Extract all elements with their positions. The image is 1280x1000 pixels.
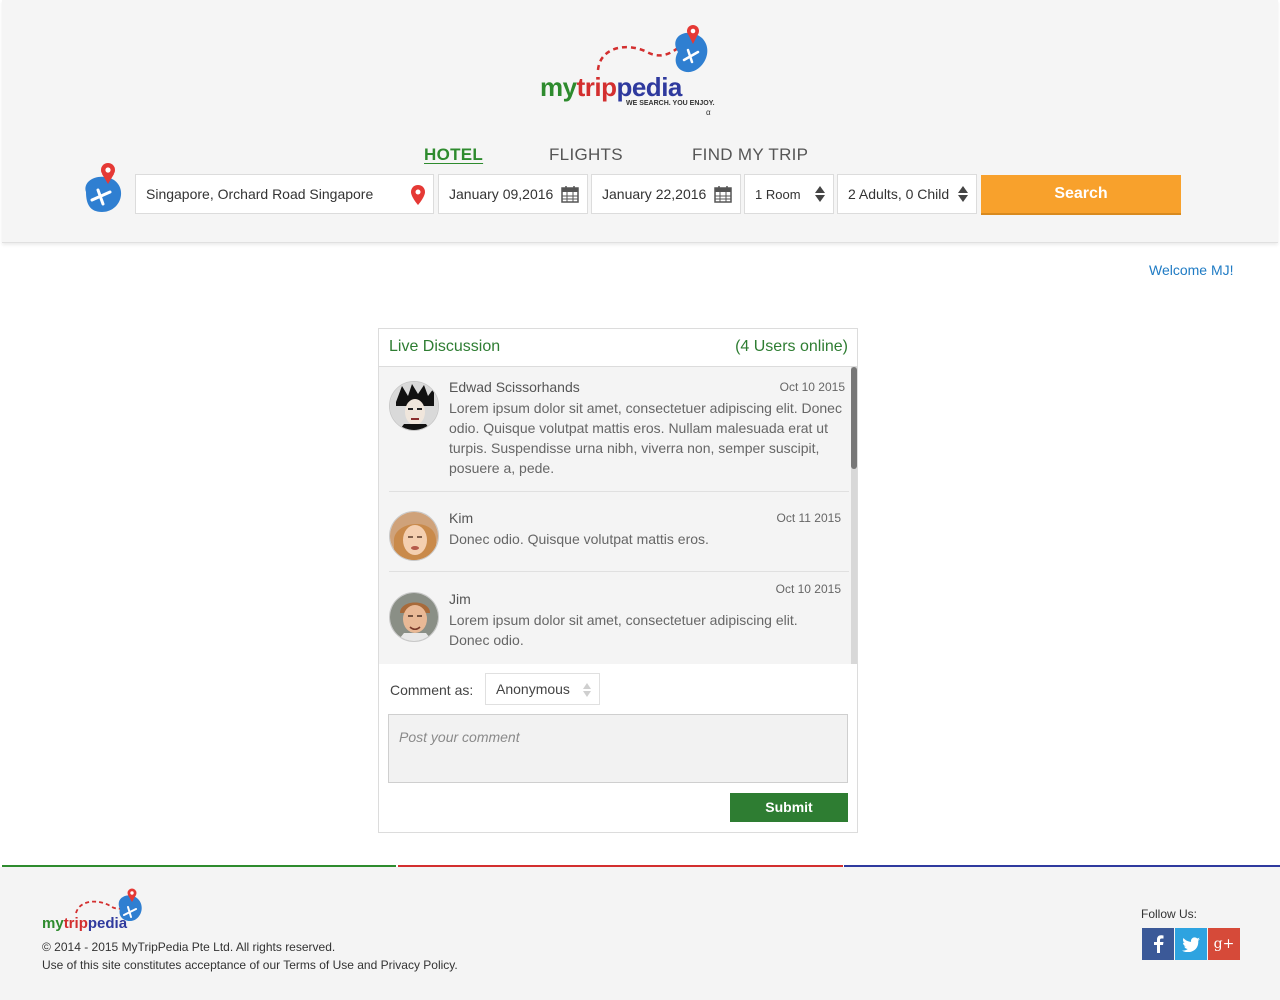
stepper-arrows-icon bbox=[815, 186, 825, 202]
message-text: Lorem ipsum dolor sit amet, consectetuer… bbox=[449, 612, 798, 648]
guests-select[interactable]: 2 Adults, 0 Child bbox=[837, 174, 977, 214]
avatar bbox=[389, 592, 439, 642]
google-plus-icon[interactable]: g+ bbox=[1208, 928, 1240, 960]
check-in-date-input[interactable]: January 09,2016 bbox=[438, 174, 588, 214]
comment-as-select[interactable]: Anonymous bbox=[485, 673, 600, 705]
brand-badge: α bbox=[706, 108, 711, 117]
message-list[interactable]: Edwad Scissorhands Oct 10 2015 Lorem ips… bbox=[379, 367, 857, 664]
check-out-date-input[interactable]: January 22,2016 bbox=[591, 174, 741, 214]
message-author: Kim bbox=[449, 510, 474, 526]
location-input[interactable]: Singapore, Orchard Road Singapore bbox=[135, 174, 434, 214]
comment-placeholder: Post your comment bbox=[399, 729, 520, 745]
online-users-count: (4 Users online) bbox=[735, 338, 848, 355]
message-scrollbar[interactable] bbox=[851, 367, 857, 664]
tab-flights[interactable]: FLIGHTS bbox=[549, 145, 623, 165]
footer-brand-logo[interactable]: mytrippedia bbox=[40, 887, 150, 932]
scrollbar-thumb[interactable] bbox=[851, 367, 857, 469]
tab-find-my-trip[interactable]: FIND MY TRIP bbox=[692, 145, 808, 165]
live-discussion-panel: Live Discussion (4 Users online) Edwad S… bbox=[378, 328, 858, 833]
welcome-user-link[interactable]: Welcome MJ! bbox=[1149, 262, 1234, 278]
rooms-value: 1 Room bbox=[755, 186, 801, 202]
brand-part-trip: trip bbox=[63, 915, 88, 932]
rooms-select[interactable]: 1 Room bbox=[744, 174, 834, 214]
message-date: Oct 10 2015 bbox=[775, 582, 841, 596]
message-text: Donec odio. Quisque volutpat mattis eros… bbox=[449, 531, 709, 547]
check-out-value: January 22,2016 bbox=[602, 186, 707, 202]
search-button[interactable]: Search bbox=[981, 175, 1181, 215]
comment-textarea[interactable]: Post your comment bbox=[388, 714, 848, 783]
twitter-icon[interactable] bbox=[1175, 928, 1207, 960]
site-footer: mytrippedia © 2014 - 2015 MyTripPedia Pt… bbox=[0, 867, 1280, 1000]
brand-part-my: my bbox=[42, 915, 64, 932]
check-in-value: January 09,2016 bbox=[449, 186, 554, 202]
brand-wordmark: mytrippedia bbox=[540, 72, 682, 103]
discussion-title: Live Discussion bbox=[389, 338, 501, 355]
copyright-text: © 2014 - 2015 MyTripPedia Pte Ltd. All r… bbox=[42, 940, 336, 954]
message-date: Oct 10 2015 bbox=[779, 380, 845, 394]
site-header: mytrippedia WE SEARCH. YOU ENJOY. α HOTE… bbox=[2, 0, 1278, 243]
submit-comment-button[interactable]: Submit bbox=[730, 793, 848, 822]
brand-part-trip: trip bbox=[576, 72, 617, 102]
message-author: Edwad Scissorhands bbox=[449, 379, 580, 395]
message-item: Kim Oct 11 2015 Donec odio. Quisque volu… bbox=[389, 492, 849, 572]
message-item: Edwad Scissorhands Oct 10 2015 Lorem ips… bbox=[389, 367, 849, 492]
avatar bbox=[389, 381, 439, 431]
location-value: Singapore, Orchard Road Singapore bbox=[146, 186, 374, 202]
brand-tagline: WE SEARCH. YOU ENJOY. bbox=[626, 100, 715, 107]
message-date: Oct 11 2015 bbox=[776, 511, 842, 525]
terms-text: Use of this site constitutes acceptance … bbox=[42, 958, 458, 972]
guests-value: 2 Adults, 0 Child bbox=[848, 186, 950, 202]
hotel-search-bar: Singapore, Orchard Road Singapore Januar… bbox=[2, 163, 1278, 215]
follow-us-label: Follow Us: bbox=[1141, 907, 1198, 921]
avatar bbox=[389, 511, 439, 561]
select-arrows-icon bbox=[583, 683, 591, 697]
message-text: Lorem ipsum dolor sit amet, consectetuer… bbox=[449, 400, 842, 476]
message-author: Jim bbox=[449, 591, 471, 607]
tab-hotel[interactable]: HOTEL bbox=[424, 145, 483, 165]
facebook-glyph bbox=[1154, 935, 1164, 953]
location-badge-icon bbox=[85, 163, 122, 212]
user-avatar-image bbox=[390, 382, 438, 430]
footer-brand-wordmark: mytrippedia bbox=[42, 915, 127, 932]
brand-part-pedia: pedia bbox=[616, 72, 682, 102]
map-pin-icon bbox=[411, 185, 425, 205]
google-plus-glyph: g+ bbox=[1213, 936, 1235, 952]
brand-part-pedia: pedia bbox=[87, 915, 128, 932]
discussion-header: Live Discussion (4 Users online) bbox=[379, 329, 857, 367]
calendar-icon bbox=[714, 186, 732, 203]
user-avatar-image bbox=[390, 512, 438, 560]
twitter-glyph bbox=[1182, 936, 1200, 952]
calendar-icon bbox=[561, 186, 579, 203]
comment-as-label: Comment as: bbox=[390, 682, 474, 698]
brand-part-my: my bbox=[540, 72, 577, 102]
comment-as-value: Anonymous bbox=[496, 681, 570, 697]
user-avatar-image bbox=[390, 593, 438, 641]
message-item: Oct 10 2015 Jim Lorem ipsum dolor sit am… bbox=[389, 572, 849, 664]
facebook-icon[interactable] bbox=[1142, 928, 1174, 960]
brand-logo[interactable]: mytrippedia WE SEARCH. YOU ENJOY. α bbox=[540, 22, 720, 117]
stepper-arrows-icon bbox=[958, 186, 968, 202]
